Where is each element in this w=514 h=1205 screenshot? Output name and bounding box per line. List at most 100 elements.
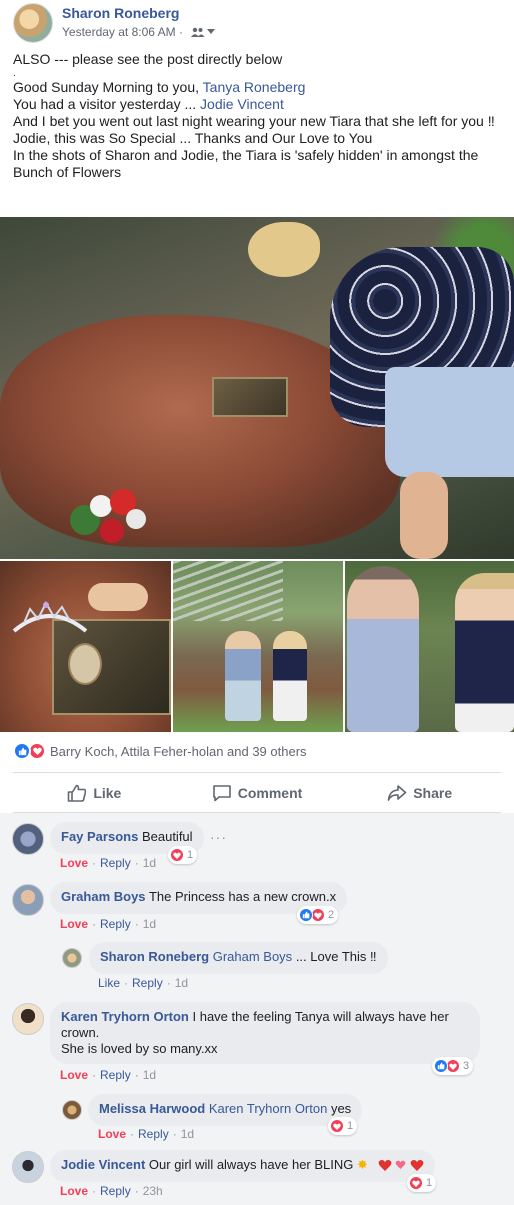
post-meta: Yesterday at 8:06 AM · xyxy=(62,25,215,39)
memorial-plaque xyxy=(212,377,288,417)
action-bar: Like Comment Share xyxy=(13,776,501,810)
comment-actions: Like · Reply · 1d xyxy=(98,976,189,990)
tag-link-jodie[interactable]: Jodie Vincent xyxy=(200,96,284,112)
love-reaction-icon xyxy=(170,848,184,862)
react-button[interactable]: Love xyxy=(60,917,88,931)
comment-time[interactable]: 1d xyxy=(143,856,156,870)
love-reaction-icon xyxy=(446,1059,460,1073)
post-photo-pair-seated[interactable] xyxy=(173,561,343,732)
comment-text: Beautiful xyxy=(141,829,193,844)
reply-button[interactable]: Reply xyxy=(100,917,131,931)
hand xyxy=(88,583,148,611)
comment-text: ... Love This ‼ xyxy=(295,949,377,964)
love-reaction-icon xyxy=(330,1119,344,1133)
author-name[interactable]: Sharon Roneberg xyxy=(62,5,179,21)
heart-emoji-icon xyxy=(378,1159,391,1171)
share-icon xyxy=(387,785,407,801)
comment-actions: Love · Reply · 1d xyxy=(98,1127,195,1141)
reply-button[interactable]: Reply xyxy=(132,976,163,990)
post-line: Good Sunday Morning to you, Tanya Ronebe… xyxy=(13,79,508,96)
post-line: Jodie, this was So Special ... Thanks an… xyxy=(13,130,373,146)
audience-selector[interactable] xyxy=(190,27,215,37)
person-hair xyxy=(248,222,320,277)
comment-time[interactable]: 1d xyxy=(143,917,156,931)
like-button[interactable]: Like xyxy=(13,784,176,802)
avatar[interactable] xyxy=(12,1151,44,1183)
portrait-oval xyxy=(68,643,102,685)
author-avatar[interactable] xyxy=(13,3,53,43)
avatar[interactable] xyxy=(12,823,44,855)
person-right xyxy=(455,573,514,732)
react-button[interactable]: Love xyxy=(60,1068,88,1082)
comment-bubble: Sharon Roneberg Graham Boys ... Love Thi… xyxy=(89,942,388,974)
reactions-names[interactable]: Barry Koch, Attila Feher-holan and 39 ot… xyxy=(50,744,307,759)
comment-button[interactable]: Comment xyxy=(176,784,339,802)
reply-button[interactable]: Reply xyxy=(100,1068,131,1082)
comment-time[interactable]: 1d xyxy=(143,1068,156,1082)
post-line: You had a visitor yesterday ... Jodie Vi… xyxy=(13,96,508,113)
comment-text: Our girl will always have her BLING xyxy=(148,1157,354,1172)
love-reaction-icon xyxy=(311,908,325,922)
comment-author[interactable]: Fay Parsons xyxy=(61,829,138,844)
reply-button[interactable]: Reply xyxy=(100,856,131,870)
post-line-text: Good Sunday Morning to you, xyxy=(13,79,203,95)
comment-actions: Love · Reply · 23h xyxy=(60,1184,163,1198)
mention-link[interactable]: Karen Tryhorn Orton xyxy=(209,1101,328,1116)
avatar[interactable] xyxy=(12,1003,44,1035)
react-button[interactable]: Love xyxy=(98,1127,126,1141)
avatar[interactable] xyxy=(12,884,44,916)
comment-actions: Love · Reply · 1d xyxy=(60,1068,157,1082)
person-right xyxy=(273,631,307,721)
react-button[interactable]: Love xyxy=(60,1184,88,1198)
people-icon xyxy=(190,27,205,37)
avatar[interactable] xyxy=(62,1100,82,1120)
love-reaction-icon xyxy=(409,1176,423,1190)
comment-text-line2: She is loved by so many.xx xyxy=(61,1041,218,1056)
person-left xyxy=(347,566,419,732)
comment-author[interactable]: Graham Boys xyxy=(61,889,146,904)
comment-bubble: Jodie Vincent Our girl will always have … xyxy=(50,1150,435,1182)
reply-button[interactable]: Reply xyxy=(138,1127,169,1141)
avatar[interactable] xyxy=(62,948,82,968)
comment-reaction-count[interactable]: 1 xyxy=(168,846,198,864)
comment-bubble: Karen Tryhorn Orton I have the feeling T… xyxy=(50,1002,480,1064)
comment-author[interactable]: Melissa Harwood xyxy=(99,1101,205,1116)
react-button[interactable]: Like xyxy=(98,976,120,990)
react-button[interactable]: Love xyxy=(60,856,88,870)
comment-reaction-count[interactable]: 2 xyxy=(297,906,339,924)
reaction-count: 1 xyxy=(347,1120,354,1132)
reactions-summary[interactable]: Barry Koch, Attila Feher-holan and 39 ot… xyxy=(13,741,307,761)
comment-actions: Love · Reply · 1d xyxy=(60,856,157,870)
reaction-count: 1 xyxy=(187,849,194,861)
comment-actions: Love · Reply · 1d xyxy=(60,917,157,931)
post-photo-main[interactable] xyxy=(0,217,514,559)
mention-link[interactable]: Graham Boys xyxy=(213,949,292,964)
reaction-count: 1 xyxy=(426,1177,433,1189)
comment-author[interactable]: Jodie Vincent xyxy=(61,1157,145,1172)
comment-time[interactable]: 1d xyxy=(175,976,188,990)
post-photo-plaque[interactable] xyxy=(0,561,171,732)
comment-author[interactable]: Sharon Roneberg xyxy=(100,949,209,964)
share-button[interactable]: Share xyxy=(338,784,501,802)
comment-bubble: Melissa Harwood Karen Tryhorn Orton yes xyxy=(88,1094,363,1126)
comment-time[interactable]: 1d xyxy=(181,1127,194,1141)
comment-reaction-count[interactable]: 1 xyxy=(328,1117,358,1135)
comment-icon xyxy=(212,785,231,802)
tiara-graphic xyxy=(12,600,88,633)
flowers xyxy=(60,485,170,555)
comment-author[interactable]: Karen Tryhorn Orton xyxy=(61,1009,189,1024)
thumbs-up-icon xyxy=(68,784,87,802)
post-line: . xyxy=(13,68,16,79)
post-photo-pair-closeup[interactable] xyxy=(345,561,514,732)
post-timestamp[interactable]: Yesterday at 8:06 AM · xyxy=(62,25,183,39)
more-options-button[interactable]: ··· xyxy=(210,829,227,845)
tag-link-tanya[interactable]: Tanya Roneberg xyxy=(203,79,306,95)
post-text: ALSO --- please see the post directly be… xyxy=(13,51,508,181)
comment-reaction-count[interactable]: 3 xyxy=(432,1057,474,1075)
reply-button[interactable]: Reply xyxy=(100,1184,131,1198)
comment-time[interactable]: 23h xyxy=(143,1184,163,1198)
reaction-count: 3 xyxy=(463,1060,470,1072)
comment-label: Comment xyxy=(237,785,303,801)
comment-reaction-count[interactable]: 1 xyxy=(407,1174,437,1192)
like-label: Like xyxy=(93,785,122,801)
